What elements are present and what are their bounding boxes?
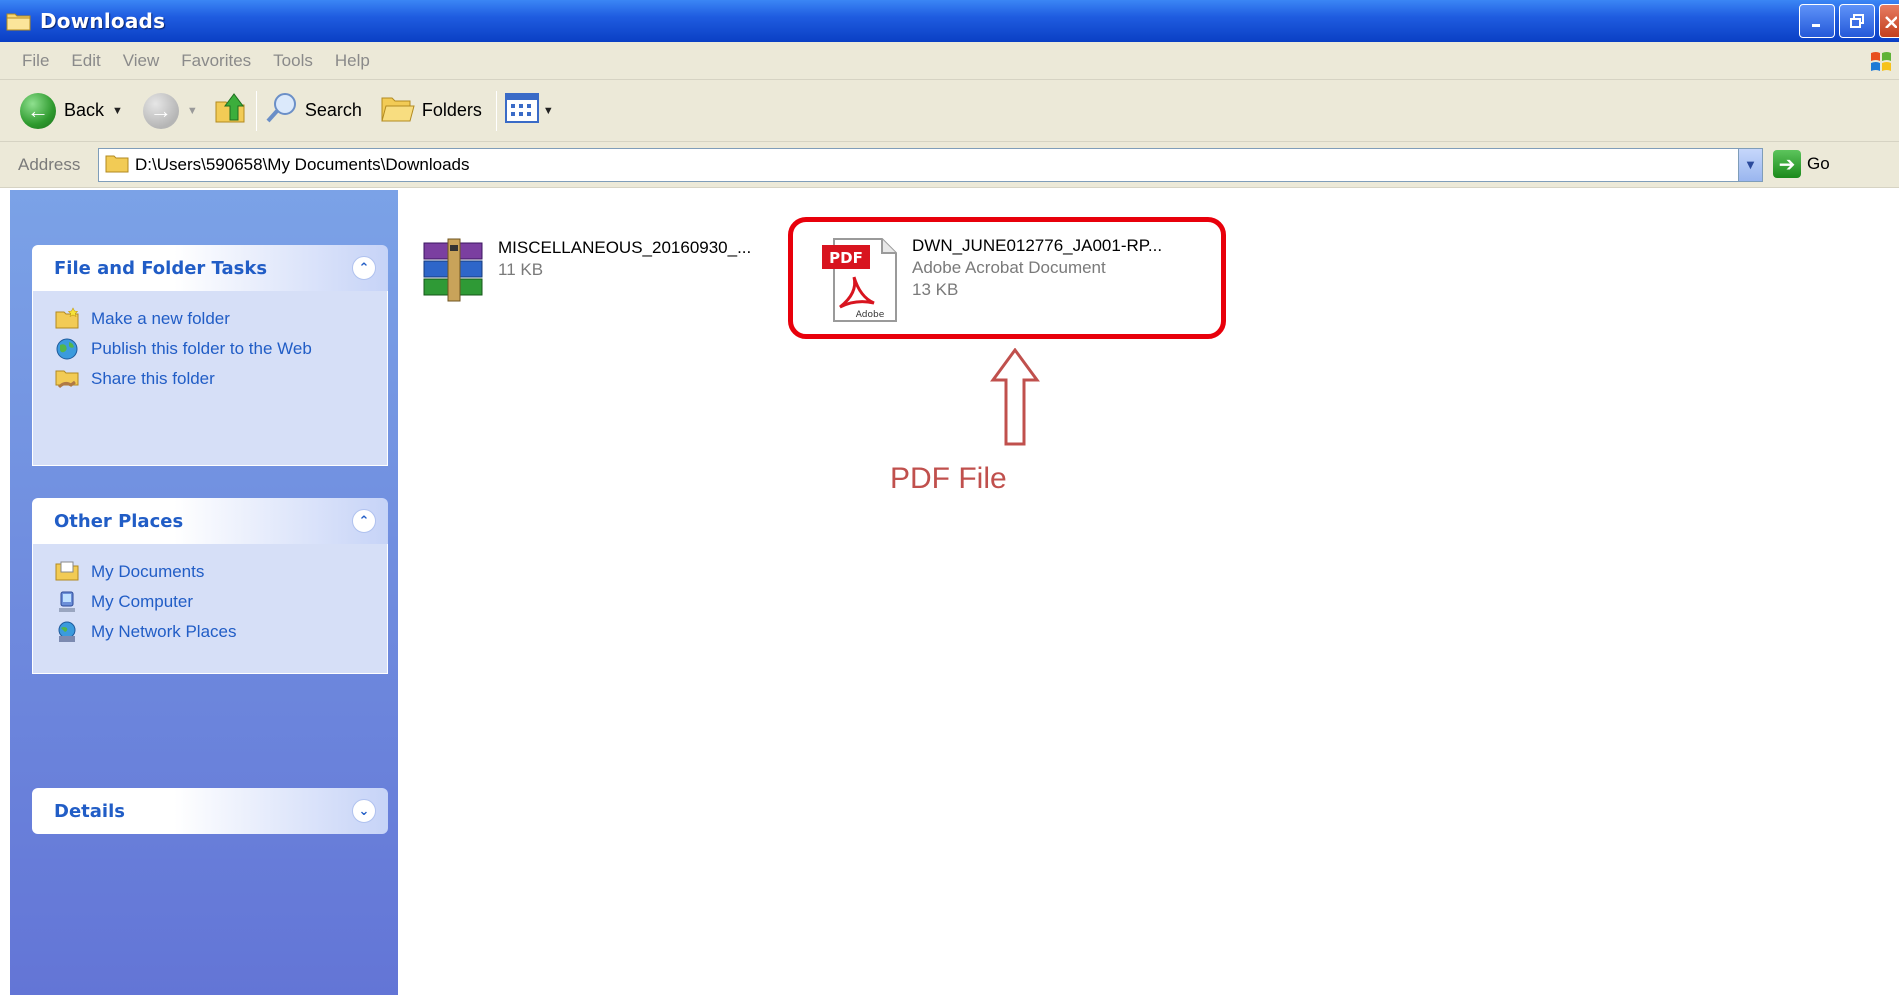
minimize-icon	[1812, 24, 1820, 27]
views-button[interactable]: ▼	[504, 93, 554, 128]
search-label: Search	[304, 100, 362, 120]
file-item-archive[interactable]: MISCELLANEOUS_20160930_... 11 KB	[420, 237, 751, 309]
toolbar-separator	[255, 90, 257, 131]
chevron-down-icon[interactable]: ▼	[543, 105, 554, 117]
back-button[interactable]: ← Back ▼	[20, 92, 123, 129]
folders-button[interactable]: Folders	[380, 92, 482, 129]
back-label: Back	[64, 100, 105, 120]
collapse-icon[interactable]: ⌃	[352, 256, 376, 280]
task-label: Share this folder	[91, 369, 215, 388]
menu-bar: File Edit View Favorites Tools Help	[0, 42, 1899, 80]
window-title: Downloads	[40, 9, 166, 33]
place-my-network-places[interactable]: My Network Places	[55, 620, 387, 644]
back-arrow-icon: ←	[20, 92, 56, 129]
panel-title: File and Folder Tasks	[54, 257, 268, 279]
details-panel: Details ⌄	[32, 788, 388, 834]
restore-icon	[1850, 14, 1864, 28]
menu-favorites[interactable]: Favorites	[181, 51, 251, 71]
search-button[interactable]: Search	[265, 91, 362, 130]
panel-title: Other Places	[54, 510, 184, 532]
other-places-panel: Other Places ⌃ My Documents My Computer	[32, 498, 388, 674]
restore-button[interactable]	[1839, 4, 1875, 38]
file-name: MISCELLANEOUS_20160930_...	[498, 238, 752, 257]
views-grid-icon	[504, 93, 539, 128]
place-my-documents[interactable]: My Documents	[55, 560, 387, 584]
my-documents-icon	[55, 560, 79, 582]
collapse-icon[interactable]: ⌃	[352, 509, 376, 533]
task-label: My Network Places	[91, 622, 237, 641]
menu-file[interactable]: File	[22, 51, 49, 71]
address-bar: Address D:\Users\590658\My Documents\Dow…	[0, 142, 1899, 188]
file-folder-tasks-panel: File and Folder Tasks ⌃ Make a new folde…	[32, 245, 388, 466]
address-path: D:\Users\590658\My Documents\Downloads	[135, 155, 470, 174]
menu-tools[interactable]: Tools	[273, 51, 313, 71]
menu-edit[interactable]: Edit	[71, 51, 100, 71]
winrar-archive-icon	[420, 237, 490, 309]
highlight-box	[788, 217, 1226, 339]
go-button[interactable]: ➔ Go	[1773, 150, 1830, 178]
panel-title: Details	[54, 800, 125, 822]
expand-icon[interactable]: ⌄	[352, 799, 376, 823]
address-label: Address	[18, 154, 81, 174]
title-bar: Downloads	[0, 0, 1899, 42]
panel-header[interactable]: Other Places ⌃	[32, 498, 388, 544]
folder-icon	[6, 11, 32, 31]
place-my-computer[interactable]: My Computer	[55, 590, 387, 614]
folder-icon	[105, 153, 129, 177]
new-folder-icon	[55, 307, 79, 329]
menu-view[interactable]: View	[123, 51, 160, 71]
folders-icon	[380, 92, 416, 129]
folders-label: Folders	[421, 100, 482, 120]
up-arrow-annotation-icon	[990, 347, 1040, 450]
file-size: 11 KB	[498, 260, 544, 279]
task-label: My Computer	[91, 592, 194, 611]
forward-arrow-icon: →	[142, 92, 179, 129]
up-folder-icon	[212, 90, 248, 131]
task-make-new-folder[interactable]: Make a new folder	[55, 307, 387, 331]
forward-button[interactable]: → ▼	[142, 92, 198, 129]
task-share-folder[interactable]: Share this folder	[55, 367, 387, 391]
address-field[interactable]: D:\Users\590658\My Documents\Downloads ▼	[98, 148, 1763, 182]
address-dropdown-button[interactable]: ▼	[1738, 149, 1762, 181]
minimize-button[interactable]	[1799, 4, 1835, 38]
share-folder-icon	[55, 367, 79, 389]
search-icon	[265, 91, 299, 130]
standard-toolbar: ← Back ▼ → ▼ Search Folders ▼	[0, 80, 1899, 142]
annotation-label: PDF File	[890, 462, 1007, 495]
close-icon	[1884, 16, 1897, 28]
up-folder-button[interactable]	[212, 90, 248, 131]
toolbar-separator	[495, 90, 497, 131]
globe-icon	[55, 337, 79, 360]
go-label: Go	[1807, 154, 1830, 173]
close-button[interactable]	[1879, 4, 1899, 38]
task-label: My Documents	[91, 562, 205, 581]
chevron-down-icon[interactable]: ▼	[112, 105, 123, 117]
windows-logo-icon	[1867, 47, 1895, 75]
task-pane: File and Folder Tasks ⌃ Make a new folde…	[10, 190, 398, 995]
task-label: Publish this folder to the Web	[91, 339, 312, 358]
my-computer-icon	[55, 590, 79, 612]
task-label: Make a new folder	[91, 309, 230, 328]
menu-help[interactable]: Help	[335, 51, 370, 71]
panel-header[interactable]: File and Folder Tasks ⌃	[32, 245, 388, 291]
chevron-down-icon[interactable]: ▼	[187, 105, 198, 117]
go-arrow-icon: ➔	[1773, 150, 1801, 178]
panel-header[interactable]: Details ⌄	[32, 788, 388, 834]
network-places-icon	[55, 620, 79, 642]
task-publish-folder[interactable]: Publish this folder to the Web	[55, 337, 387, 361]
